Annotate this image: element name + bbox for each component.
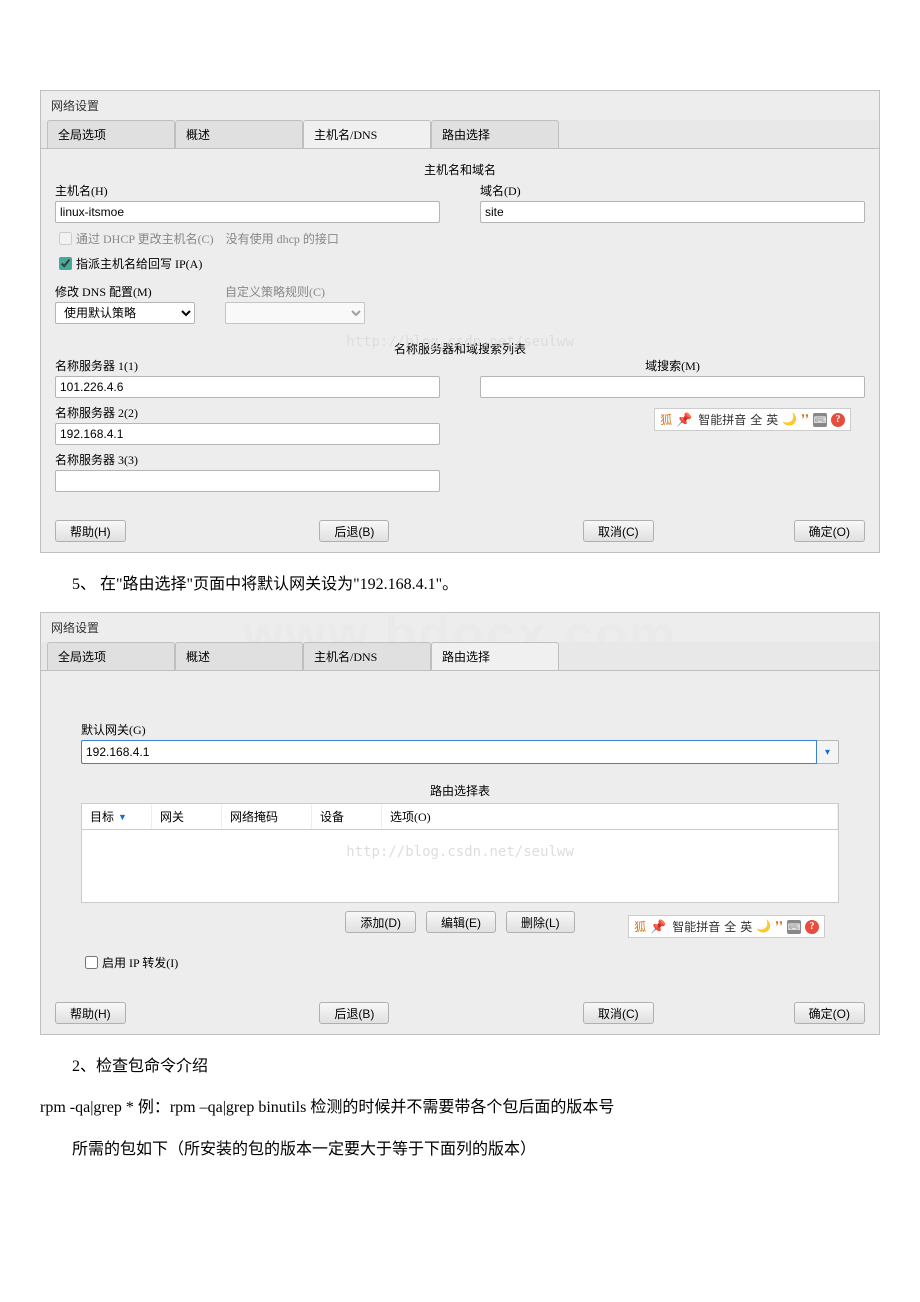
ns1-input[interactable]: [55, 376, 440, 398]
ns2-input[interactable]: [55, 423, 440, 445]
keyboard-icon: ⌨: [813, 413, 827, 427]
route-table: 目标 ▼ 网关 网络掩码 设备 选项(O) http://blog.csdn.n…: [81, 803, 839, 903]
network-settings-window-dns: 网络设置 全局选项 概述 主机名/DNS 路由选择 主机名和域名 主机名(H) …: [40, 90, 880, 553]
watermark-url-2: http://blog.csdn.net/seulww: [346, 844, 574, 860]
tab-overview-2[interactable]: 概述: [175, 642, 303, 670]
tab-bar-2: 全局选项 概述 主机名/DNS 路由选择: [41, 642, 879, 671]
network-settings-window-routing: www.bdocx.com 网络设置 全局选项 概述 主机名/DNS 路由选择 …: [40, 612, 880, 1035]
tab-global-2[interactable]: 全局选项: [47, 642, 175, 670]
quote-icon: ❜❜: [801, 412, 809, 427]
route-col-device[interactable]: 设备: [312, 804, 382, 829]
keyboard-icon-2: ⌨: [787, 920, 801, 934]
ime-indicator: 狐 📌 智能拼音 全 英 🌙 ❜❜ ⌨ ?: [654, 408, 851, 431]
ime-en: 英: [766, 411, 778, 428]
add-button[interactable]: 添加(D): [345, 911, 416, 933]
hostname-label: 主机名(H): [55, 182, 440, 199]
ok-button-2[interactable]: 确定(O): [794, 1002, 865, 1024]
custom-policy-label: 自定义策略规则(C): [225, 283, 365, 300]
tab-overview[interactable]: 概述: [175, 120, 303, 148]
ime-mode-2: 智能拼音: [672, 918, 720, 935]
assign-hostname-checkbox[interactable]: [59, 257, 72, 270]
ime-cn: 全: [750, 411, 762, 428]
tab-routing-2[interactable]: 路由选择: [431, 642, 559, 670]
assign-hostname-label: 指派主机名给回写 IP(A): [76, 255, 202, 272]
gateway-dropdown-icon[interactable]: ▾: [817, 740, 839, 764]
pin-icon-2: 📌: [650, 919, 666, 935]
ok-button[interactable]: 确定(O): [794, 520, 865, 542]
ip-forward-checkbox[interactable]: [85, 956, 98, 969]
tab-hostname-dns-2[interactable]: 主机名/DNS: [303, 642, 431, 670]
ns-search-title: 名称服务器和域搜索列表: [55, 340, 865, 357]
default-gateway-input[interactable]: [81, 740, 817, 764]
ns3-label: 名称服务器 3(3): [55, 451, 440, 468]
step2-text: 2、检查包命令介绍: [40, 1053, 880, 1080]
hostname-section-title: 主机名和域名: [55, 161, 865, 178]
window-title: 网络设置: [41, 91, 879, 120]
dhcp-hostname-label: 通过 DHCP 更改主机名(C): [76, 230, 214, 247]
ime-cn-2: 全: [724, 918, 736, 935]
dns-policy-select[interactable]: 使用默认策略: [55, 302, 195, 324]
help-icon-2: ?: [805, 920, 819, 934]
domain-input[interactable]: [480, 201, 865, 223]
help-button[interactable]: 帮助(H): [55, 520, 126, 542]
custom-policy-select: [225, 302, 365, 324]
ime-mode: 智能拼音: [698, 411, 746, 428]
domain-label: 域名(D): [480, 182, 865, 199]
ns2-label: 名称服务器 2(2): [55, 404, 440, 421]
default-gateway-label: 默认网关(G): [81, 721, 839, 738]
help-button-2[interactable]: 帮助(H): [55, 1002, 126, 1024]
edit-button[interactable]: 编辑(E): [426, 911, 496, 933]
rpm-text: rpm -qa|grep * 例：rpm –qa|grep binutils 检…: [40, 1094, 880, 1121]
route-col-target[interactable]: 目标 ▼: [82, 804, 152, 829]
dns-config-label: 修改 DNS 配置(M): [55, 283, 195, 300]
pkg-text: 所需的包如下（所安装的包的版本一定要大于等于下面列的版本）: [40, 1136, 880, 1163]
ime-fox-icon: 狐: [660, 411, 672, 428]
dhcp-hostname-note: 没有使用 dhcp 的接口: [226, 230, 339, 247]
step5-text: 5、 在"路由选择"页面中将默认网关设为"192.168.4.1"。: [40, 571, 880, 598]
dhcp-hostname-checkbox[interactable]: [59, 232, 72, 245]
moon-icon: 🌙: [782, 412, 797, 427]
route-col-netmask[interactable]: 网络掩码: [222, 804, 312, 829]
delete-button[interactable]: 删除(L): [506, 911, 575, 933]
sort-icon: ▼: [118, 812, 127, 822]
ime-en-2: 英: [740, 918, 752, 935]
back-button[interactable]: 后退(B): [319, 520, 389, 542]
cancel-button[interactable]: 取消(C): [583, 520, 654, 542]
ime-indicator-2: 狐 📌 智能拼音 全 英 🌙 ❜❜ ⌨ ?: [628, 915, 825, 938]
route-col-gateway[interactable]: 网关: [152, 804, 222, 829]
quote-icon-2: ❜❜: [775, 919, 783, 934]
back-button-2[interactable]: 后退(B): [319, 1002, 389, 1024]
ns1-label: 名称服务器 1(1): [55, 357, 440, 374]
domain-search-input[interactable]: [480, 376, 865, 398]
pin-icon: 📌: [676, 412, 692, 428]
help-icon: ?: [831, 413, 845, 427]
ip-forward-label: 启用 IP 转发(I): [102, 954, 178, 971]
hostname-input[interactable]: [55, 201, 440, 223]
domain-search-label: 域搜索(M): [480, 357, 865, 374]
tab-routing[interactable]: 路由选择: [431, 120, 559, 148]
route-col-options[interactable]: 选项(O): [382, 804, 838, 829]
ime-fox-icon-2: 狐: [634, 918, 646, 935]
moon-icon-2: 🌙: [756, 919, 771, 934]
route-table-title: 路由选择表: [81, 782, 839, 799]
cancel-button-2[interactable]: 取消(C): [583, 1002, 654, 1024]
tab-bar: 全局选项 概述 主机名/DNS 路由选择: [41, 120, 879, 149]
window-title-2: 网络设置: [41, 613, 879, 642]
tab-hostname-dns[interactable]: 主机名/DNS: [303, 120, 431, 148]
tab-global[interactable]: 全局选项: [47, 120, 175, 148]
ns3-input[interactable]: [55, 470, 440, 492]
